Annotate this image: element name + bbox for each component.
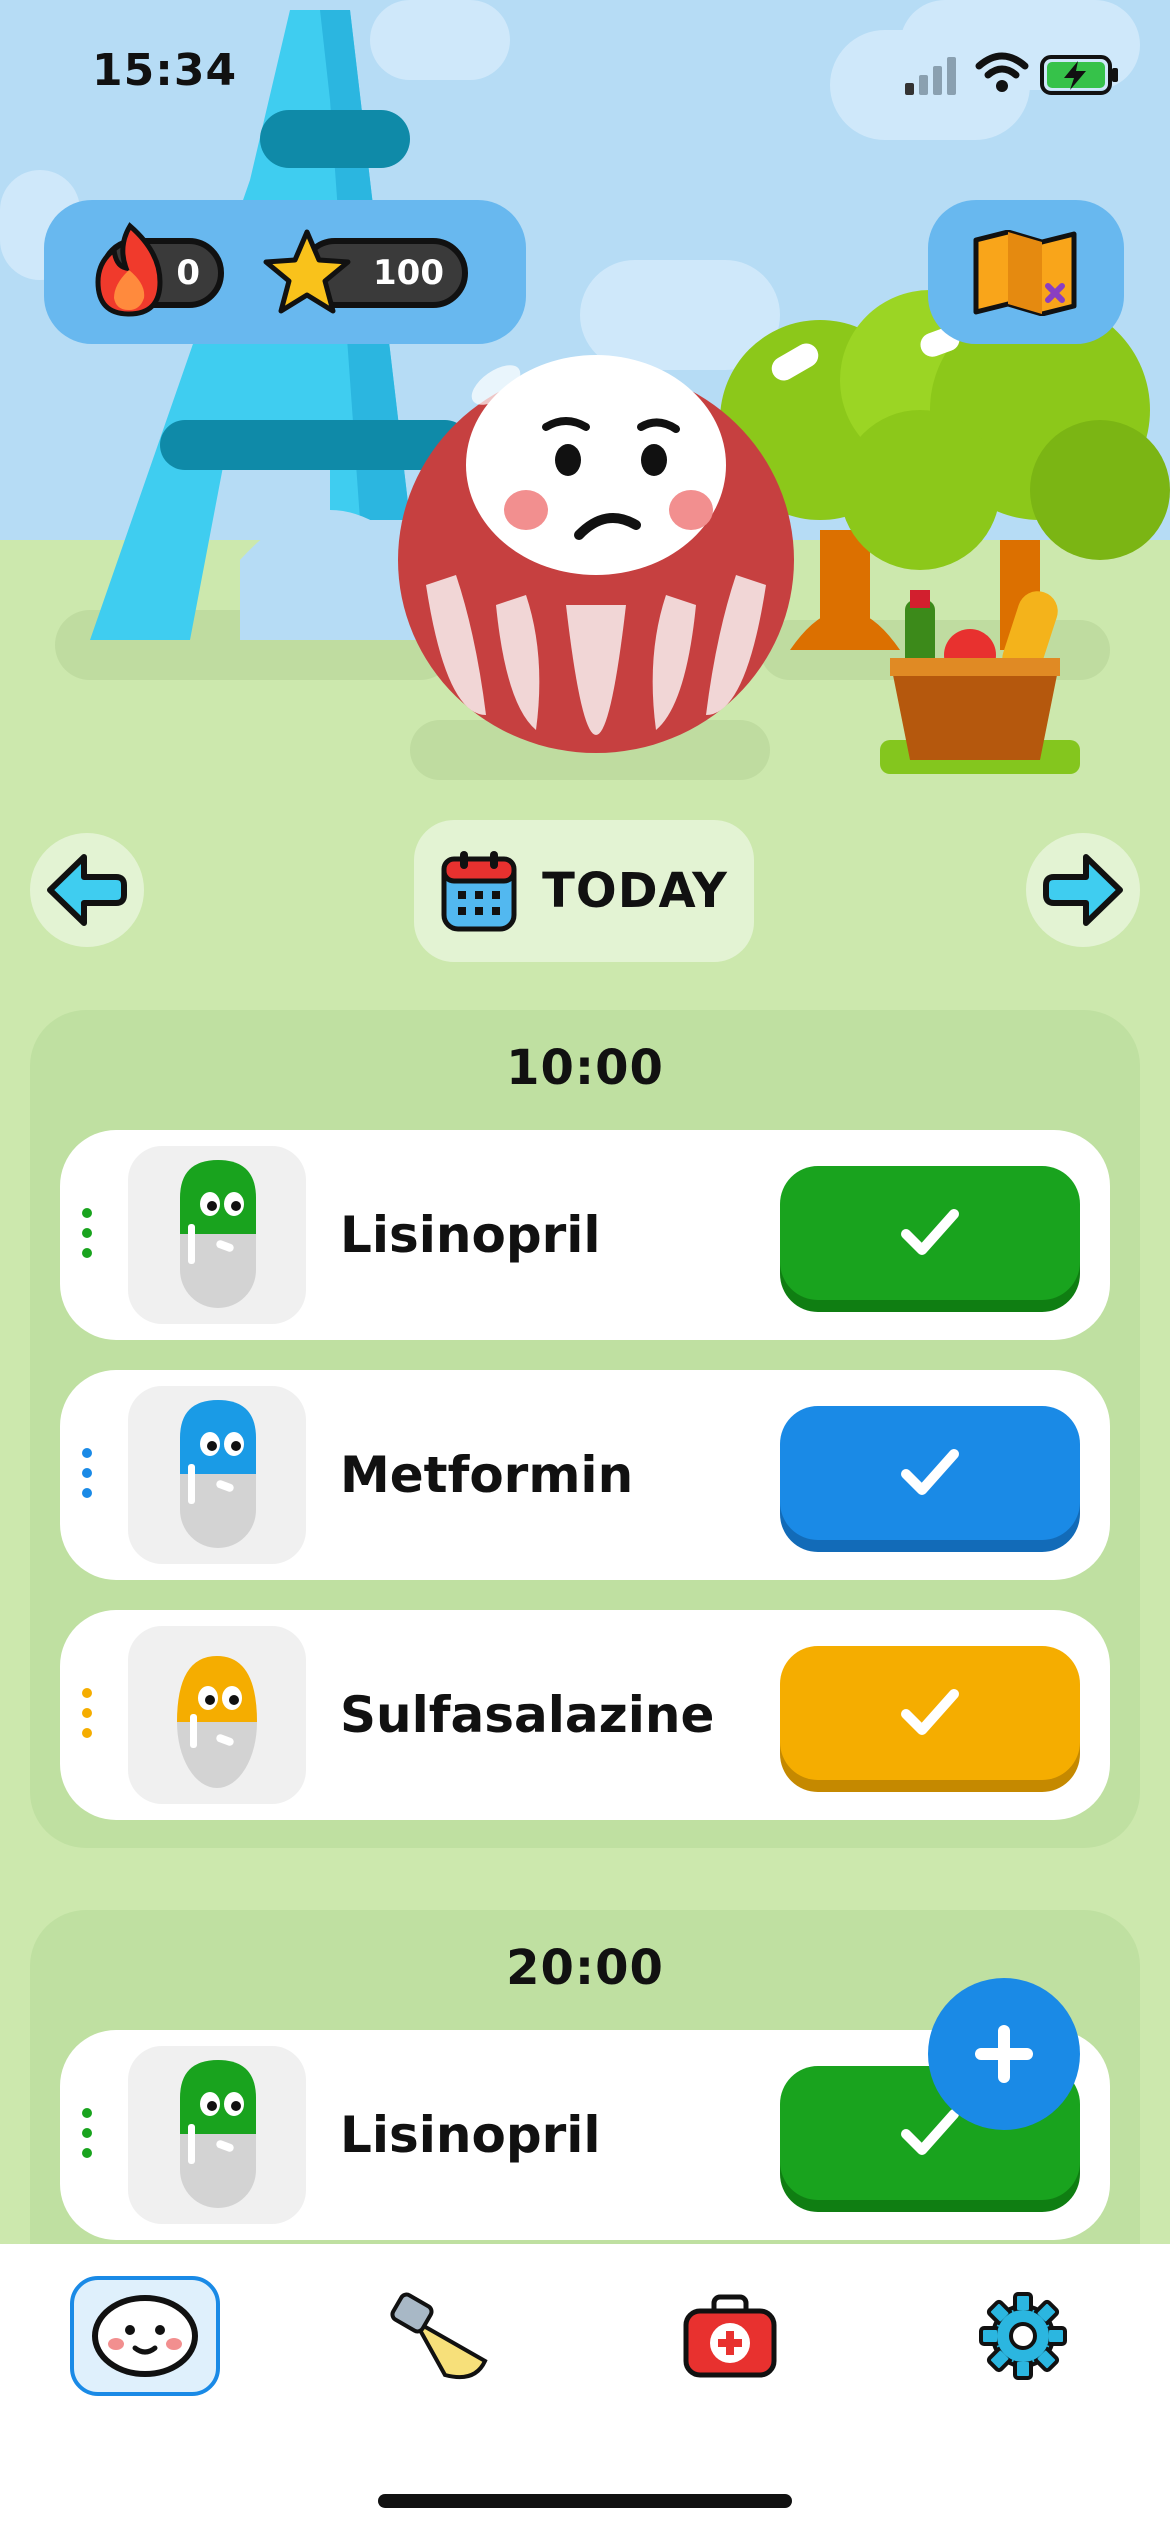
take-dose-button[interactable] — [780, 1646, 1080, 1780]
today-label: TODAY — [542, 863, 728, 919]
yellow-tablet-icon — [177, 1656, 257, 1788]
treasure-map-icon — [973, 230, 1077, 316]
picnic-basket-illustration — [880, 590, 1080, 774]
add-medication-button[interactable] — [928, 1978, 1080, 2130]
plus-icon — [975, 2025, 1033, 2083]
drag-handle-icon[interactable] — [82, 1448, 94, 1502]
pill-icon-tile — [128, 1626, 306, 1804]
tab-settings[interactable] — [948, 2276, 1098, 2396]
checkmark-icon — [901, 2109, 959, 2155]
daruma-face-icon — [92, 2295, 198, 2377]
arrow-left-icon — [47, 854, 127, 926]
wifi-icon — [975, 52, 1029, 92]
flashlight-icon — [390, 2292, 488, 2380]
pill-icon-tile — [128, 1146, 306, 1324]
tab-home[interactable] — [70, 2276, 220, 2396]
blue-pill-icon — [180, 1400, 256, 1548]
drag-handle-icon[interactable] — [82, 1208, 94, 1262]
tab-first-aid[interactable] — [655, 2276, 805, 2396]
medication-name: Lisinopril — [340, 2106, 601, 2164]
cellular-signal-icon — [905, 57, 956, 95]
take-dose-button[interactable] — [780, 1166, 1080, 1300]
drag-handle-icon[interactable] — [82, 1688, 94, 1742]
checkmark-icon — [901, 1689, 959, 1735]
status-time: 15:34 — [92, 45, 238, 96]
stars-count: 100 — [373, 253, 444, 293]
drag-handle-icon[interactable] — [82, 2108, 94, 2162]
medication-card[interactable]: Lisinopril — [60, 1130, 1110, 1340]
medication-name: Sulfasalazine — [340, 1686, 715, 1744]
medication-name: Metformin — [340, 1446, 634, 1504]
medication-card[interactable]: Metformin — [60, 1370, 1110, 1580]
next-day-button[interactable] — [1026, 833, 1140, 947]
medication-card[interactable]: Sulfasalazine — [60, 1610, 1110, 1820]
green-pill-icon — [180, 1160, 256, 1308]
dose-time: 10:00 — [506, 1040, 664, 1096]
battery-charging-icon — [1040, 55, 1118, 95]
flame-icon — [95, 222, 163, 317]
checkmark-icon — [901, 1449, 959, 1495]
pill-icon-tile — [128, 2046, 306, 2224]
daruma-mascot — [398, 355, 794, 753]
take-dose-button[interactable] — [780, 1406, 1080, 1540]
pill-icon-tile — [128, 1386, 306, 1564]
tab-flashlight[interactable] — [365, 2276, 515, 2396]
today-button[interactable]: TODAY — [414, 820, 754, 962]
star-icon — [263, 229, 351, 314]
green-pill-icon — [180, 2060, 256, 2208]
calendar-icon — [441, 851, 517, 932]
home-indicator — [378, 2494, 792, 2508]
streak-count: 0 — [176, 253, 200, 293]
previous-day-button[interactable] — [30, 833, 144, 947]
first-aid-kit-icon — [683, 2294, 777, 2378]
gear-icon — [979, 2292, 1067, 2380]
checkmark-icon — [901, 1209, 959, 1255]
medication-name: Lisinopril — [340, 1206, 601, 1264]
arrow-right-icon — [1043, 854, 1123, 926]
